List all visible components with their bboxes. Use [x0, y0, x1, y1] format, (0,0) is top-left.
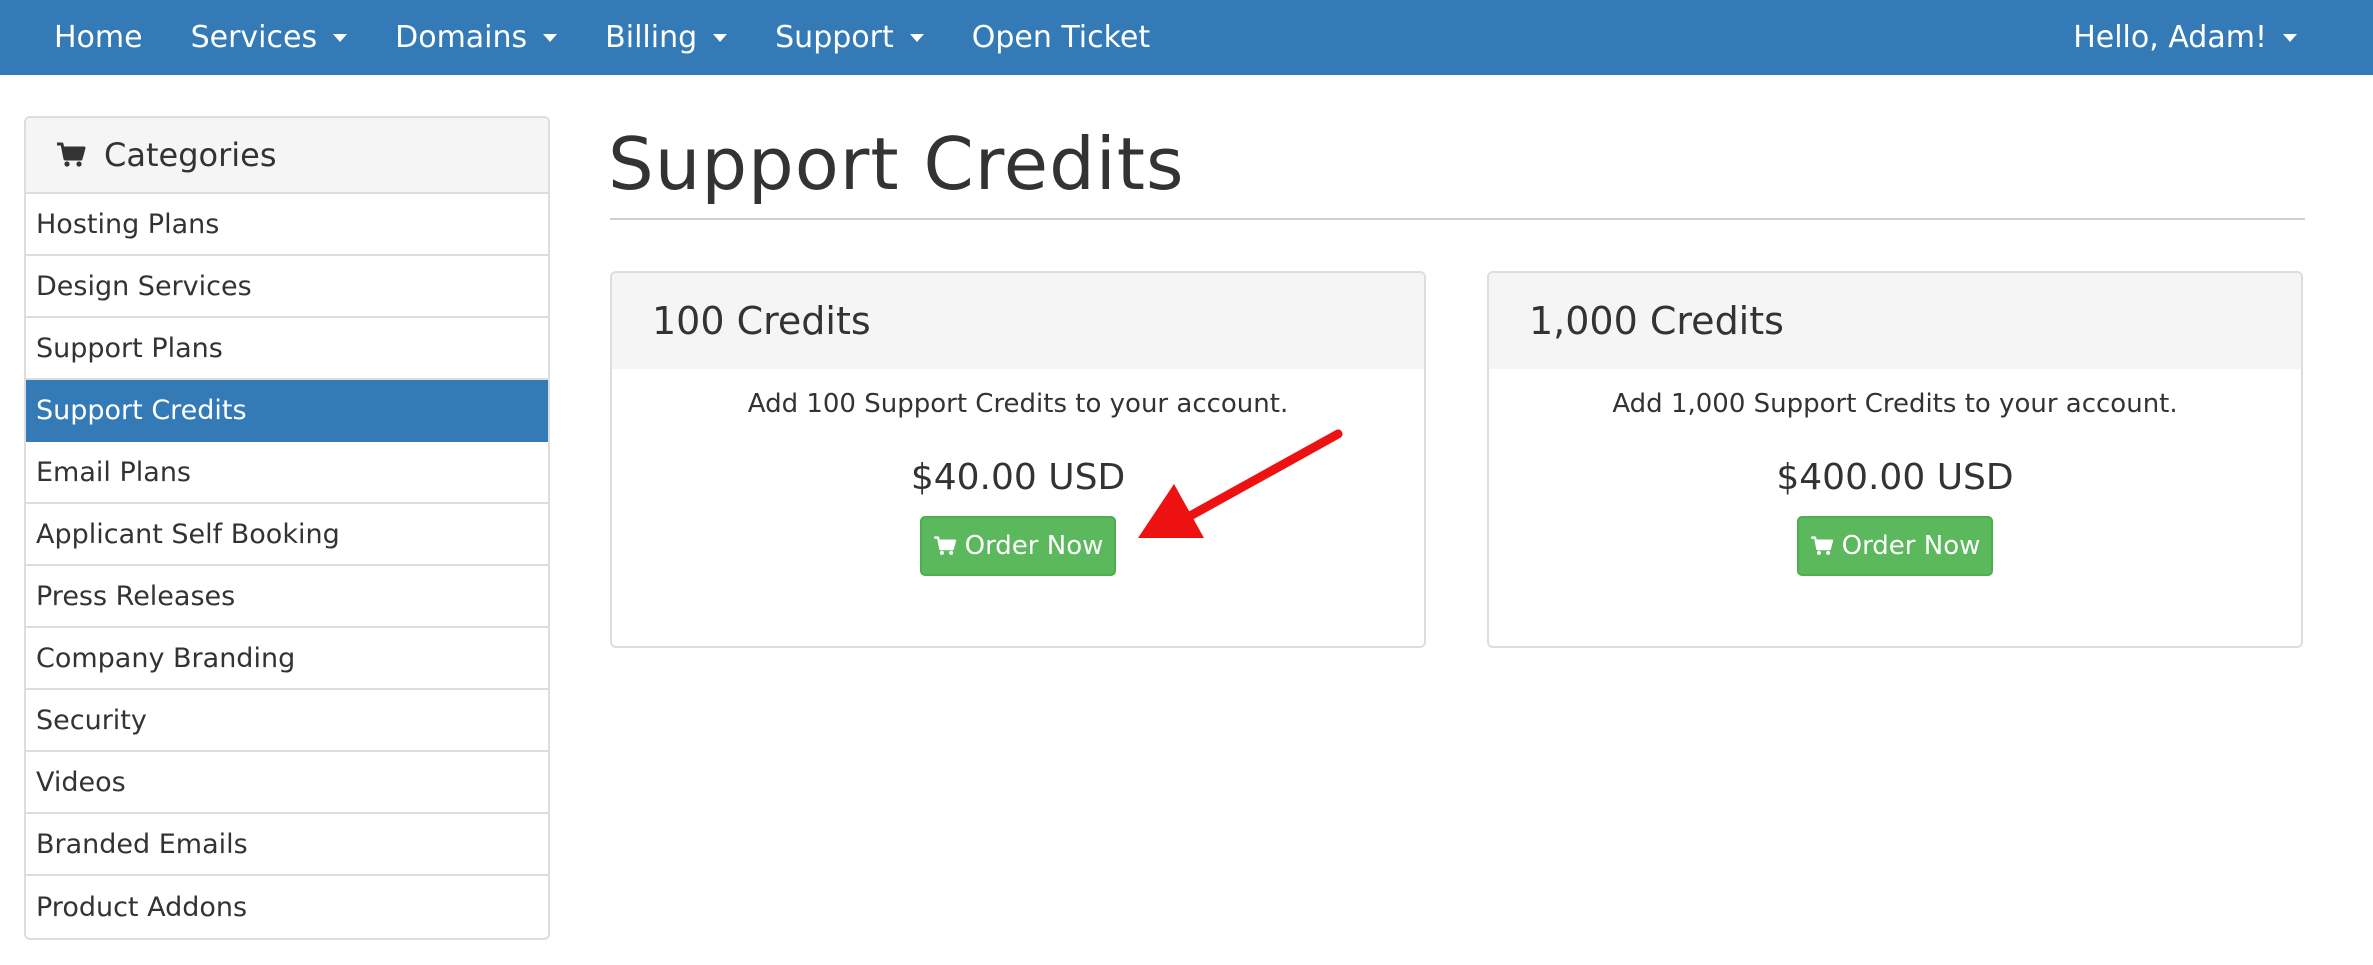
sidebar-item-label: Branded Emails: [36, 828, 248, 860]
user-greeting: Hello, Adam!: [2073, 20, 2267, 55]
sidebar-item-label: Product Addons: [36, 891, 248, 923]
sidebar-item-label: Hosting Plans: [36, 208, 220, 240]
title-divider: [610, 218, 2305, 220]
sidebar-item-label: Company Branding: [36, 642, 296, 674]
order-now-button[interactable]: Order Now: [920, 516, 1116, 576]
product-name: 100 Credits: [612, 273, 1424, 369]
sidebar-item-company-branding[interactable]: Company Branding: [26, 628, 548, 690]
caret-down-icon: [713, 33, 728, 42]
nav-billing-label: Billing: [605, 20, 698, 55]
sidebar-item-label: Videos: [36, 766, 126, 798]
sidebar-item-label: Design Services: [36, 270, 252, 302]
shopping-cart-icon: [1810, 536, 1833, 555]
caret-down-icon: [543, 33, 558, 42]
product-price: $400.00 USD: [1776, 457, 2014, 498]
sidebar-item-design-services[interactable]: Design Services: [26, 256, 548, 318]
sidebar-item-press-releases[interactable]: Press Releases: [26, 566, 548, 628]
sidebar-item-label: Press Releases: [36, 580, 236, 612]
sidebar-item-applicant-self-booking[interactable]: Applicant Self Booking: [26, 504, 548, 566]
shopping-cart-icon: [933, 536, 956, 555]
user-menu-toggle[interactable]: Hello, Adam!: [2049, 0, 2321, 75]
sidebar-item-security[interactable]: Security: [26, 690, 548, 752]
top-navbar: Home Services Domains Billing Support Op…: [0, 0, 2373, 75]
categories-panel: Categories Hosting Plans Design Services…: [24, 116, 550, 940]
nav-open-ticket-label: Open Ticket: [971, 20, 1151, 55]
sidebar-item-support-plans[interactable]: Support Plans: [26, 318, 548, 380]
nav-home-label: Home: [54, 20, 143, 55]
nav-domains[interactable]: Domains: [371, 0, 581, 75]
sidebar-item-hosting-plans[interactable]: Hosting Plans: [26, 194, 548, 256]
nav-open-ticket[interactable]: Open Ticket: [948, 0, 1174, 75]
categories-title: Categories: [104, 136, 277, 174]
caret-down-icon: [2283, 33, 2297, 42]
nav-domains-label: Domains: [395, 20, 528, 55]
sidebar-item-label: Email Plans: [36, 456, 191, 488]
sidebar-item-email-plans[interactable]: Email Plans: [26, 442, 548, 504]
sidebar-item-support-credits[interactable]: Support Credits: [26, 380, 548, 442]
sidebar-item-label: Support Credits: [36, 394, 247, 426]
nav-menu: Home Services Domains Billing Support Op…: [0, 0, 1174, 75]
sidebar-item-product-addons[interactable]: Product Addons: [26, 876, 548, 938]
sidebar-item-label: Applicant Self Booking: [36, 518, 340, 550]
user-menu: Hello, Adam!: [2049, 0, 2321, 75]
order-now-button[interactable]: Order Now: [1797, 516, 1993, 576]
product-card-1000-credits: 1,000 Credits Add 1,000 Support Credits …: [1487, 271, 2303, 648]
caret-down-icon: [909, 33, 924, 42]
sidebar-item-label: Security: [36, 704, 147, 736]
nav-home[interactable]: Home: [30, 0, 167, 75]
shopping-cart-icon: [57, 142, 86, 167]
product-body: Add 1,000 Support Credits to your accoun…: [1489, 389, 2301, 576]
sidebar-item-label: Support Plans: [36, 332, 223, 364]
sidebar-item-videos[interactable]: Videos: [26, 752, 548, 814]
nav-support[interactable]: Support: [751, 0, 948, 75]
nav-services[interactable]: Services: [167, 0, 372, 75]
nav-billing[interactable]: Billing: [581, 0, 751, 75]
sidebar-item-branded-emails[interactable]: Branded Emails: [26, 814, 548, 876]
product-name-text: 100 Credits: [652, 299, 871, 343]
page-title: Support Credits: [608, 122, 1185, 206]
nav-support-label: Support: [775, 20, 894, 55]
product-description: Add 100 Support Credits to your account.: [747, 389, 1289, 419]
caret-down-icon: [333, 33, 348, 42]
order-now-label: Order Now: [964, 531, 1104, 561]
product-name: 1,000 Credits: [1489, 273, 2301, 369]
categories-header: Categories: [26, 118, 548, 194]
order-now-label: Order Now: [1841, 531, 1981, 561]
product-name-text: 1,000 Credits: [1529, 299, 1784, 343]
product-description: Add 1,000 Support Credits to your accoun…: [1612, 389, 2178, 419]
annotation-arrow-icon: [1138, 429, 1343, 538]
nav-services-label: Services: [190, 20, 318, 55]
